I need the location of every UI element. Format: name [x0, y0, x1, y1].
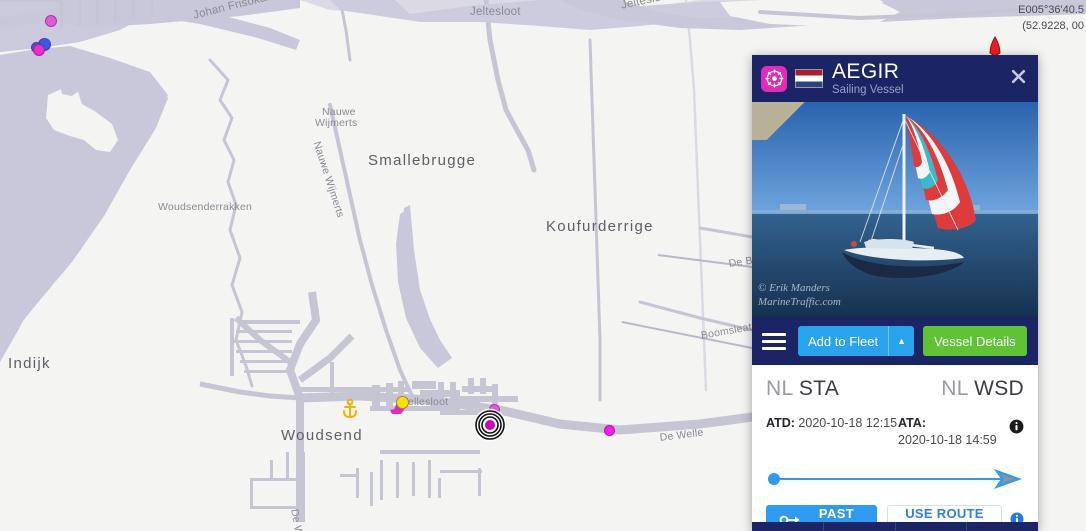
voyage-progress-slider[interactable]: [766, 467, 1024, 491]
map-label: Woudsend: [281, 427, 363, 444]
vessel-titles: AEGIR Sailing Vessel: [832, 61, 904, 97]
departure-port-code: STA: [798, 377, 839, 400]
slider-rail[interactable]: [776, 478, 1002, 480]
vessel-marker-cluster-magenta[interactable]: [33, 44, 45, 56]
voyage-ports: NL STA NL WSD: [766, 377, 1024, 401]
vessel-marker-magenta-top[interactable]: [45, 15, 57, 27]
vessel-marker-de-welle[interactable]: [604, 425, 615, 436]
marinetraffic-map-screen: Johan FrisokanaalJelteslootJeltesleatNau…: [0, 0, 1086, 531]
footer-cell[interactable]: [967, 522, 1038, 531]
add-to-fleet-label: Add to Fleet: [808, 333, 879, 349]
map-label: Smallebrugge: [368, 152, 477, 169]
ata-label: ATA:: [898, 416, 926, 430]
map-label: Wijmerts: [315, 117, 358, 129]
panel-body: NL STA NL WSD ATD: 2020-10-18 12:15 ATA:…: [752, 365, 1038, 531]
vessel-details-button[interactable]: Vessel Details: [923, 326, 1027, 356]
atd-block: ATD: 2020-10-18 12:15: [766, 415, 898, 449]
vessel-marker-yellow[interactable]: [396, 396, 409, 409]
coordinate-readout: E005°36'40.5 (52.9228, 00: [1018, 2, 1084, 34]
voyage-info-icon[interactable]: [1009, 419, 1024, 439]
arrival-port-code: WSD: [974, 377, 1024, 400]
panel-header: AEGIR Sailing Vessel: [752, 55, 1038, 102]
chevron-up-icon[interactable]: ▲: [889, 336, 914, 346]
ata-value: 2020-10-18 14:59: [898, 433, 997, 447]
departure-country: NL: [766, 377, 793, 400]
departure-port[interactable]: NL STA: [766, 377, 839, 401]
panel-footer-bar: [752, 522, 1038, 531]
photo-watermark: © Erik Manders MarineTraffic.com: [758, 281, 841, 309]
flag-icon-netherlands: [795, 69, 823, 88]
close-icon[interactable]: [1010, 68, 1027, 85]
arrival-country: NL: [941, 377, 968, 400]
map-label: Jeltesloot: [470, 6, 521, 18]
vessel-photo[interactable]: © Erik Manders MarineTraffic.com: [752, 102, 1038, 317]
slider-handle[interactable]: [768, 473, 780, 485]
menu-icon[interactable]: [762, 332, 786, 350]
map-label: Indijk: [8, 355, 51, 372]
arrival-port[interactable]: NL WSD: [941, 377, 1024, 401]
vessel-type: Sailing Vessel: [832, 83, 904, 96]
voyage-arrow-icon: [988, 467, 1024, 496]
atd-label: ATD:: [766, 416, 795, 430]
coordinate-dms: E005°36'40.5: [1018, 4, 1084, 16]
photo-credit: © Erik Manders: [758, 282, 830, 294]
atd-value: 2020-10-18 12:15: [798, 416, 898, 430]
coordinate-decimal: (52.9228, 00: [1022, 20, 1084, 32]
add-to-fleet-button[interactable]: Add to Fleet ▲: [798, 326, 915, 356]
panel-action-bar: Add to Fleet ▲ Vessel Details: [752, 317, 1038, 365]
map-label: Koufurderrige: [546, 218, 654, 235]
voyage-times: ATD: 2020-10-18 12:15 ATA: 2020-10-18 14…: [766, 415, 1024, 449]
ship-wheel-icon: [761, 65, 787, 92]
map-label: Woudsenderrakken: [158, 201, 253, 213]
ata-block: ATA: 2020-10-18 14:59: [898, 415, 1008, 449]
photo-source: MarineTraffic.com: [758, 296, 841, 308]
vessel-name: AEGIR: [832, 59, 900, 83]
footer-cell[interactable]: [896, 522, 968, 531]
footer-cell[interactable]: [824, 522, 896, 531]
footer-cell[interactable]: [752, 522, 824, 531]
vessel-info-panel[interactable]: AEGIR Sailing Vessel © Erik Manders Mari…: [752, 55, 1038, 531]
